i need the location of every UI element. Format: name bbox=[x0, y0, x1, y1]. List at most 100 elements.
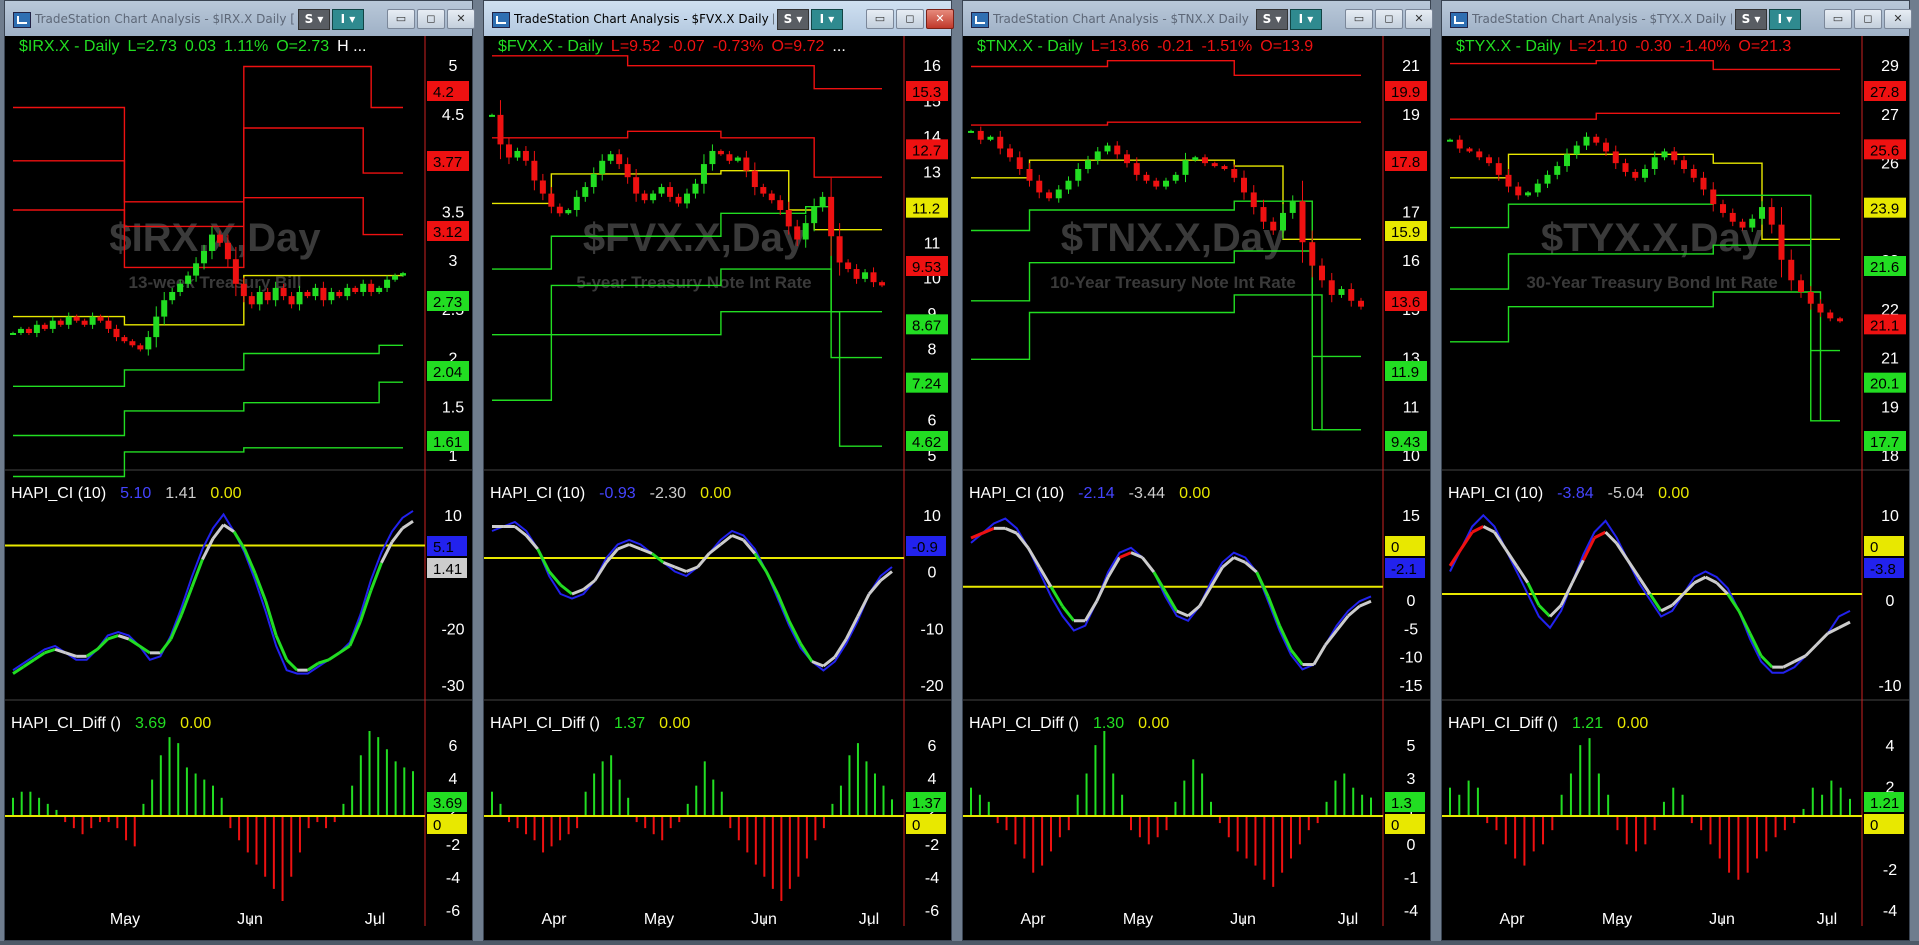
candle-body bbox=[1729, 212, 1736, 222]
candle-body bbox=[1447, 139, 1453, 142]
candle-body bbox=[121, 337, 128, 342]
diff-tag-label: 1.21 bbox=[1870, 795, 1899, 812]
diff-header-v1: 1.37 bbox=[614, 715, 645, 732]
chart-canvas[interactable]: $TYX.X,Day30-Year Treasury Bond Int Rate… bbox=[1442, 36, 1909, 940]
diff-header: HAPI_CI_Diff () 3.69 0.00 bbox=[11, 715, 211, 732]
candle-body bbox=[1642, 169, 1648, 178]
symbol-link-s-button[interactable]: S ▾ bbox=[777, 9, 809, 30]
price-axis-label: 13 bbox=[923, 164, 941, 181]
candle-body bbox=[1046, 192, 1052, 199]
candle-body bbox=[828, 196, 835, 237]
candle-body bbox=[1476, 151, 1483, 158]
window-titlebar[interactable]: TradeStation Chart Analysis - $TNX.X Dai… bbox=[963, 1, 1433, 36]
candle-body bbox=[1182, 160, 1189, 175]
candle-body bbox=[743, 157, 750, 171]
ci-header-name: HAPI_CI (10) bbox=[490, 485, 585, 502]
price-header-change: 0.03 bbox=[185, 38, 216, 55]
minimize-icon[interactable]: ▭ bbox=[1824, 9, 1852, 29]
symbol-link-s-button[interactable]: S ▾ bbox=[298, 9, 330, 30]
candle-body bbox=[1807, 292, 1814, 304]
chart-canvas[interactable]: $FVX.X,Day 5-year Treasury Note Int Rate $… bbox=[484, 36, 951, 940]
chart-canvas[interactable]: $IRX.X,Day13-week Treasury Bill$IRX.X - … bbox=[5, 36, 472, 940]
price-axis-label: 6 bbox=[928, 413, 937, 430]
chart-window-irx[interactable]: TradeStation Chart Analysis - $IRX.X Dai… bbox=[4, 0, 475, 941]
minimize-icon[interactable]: ▭ bbox=[1345, 9, 1373, 29]
candle-body bbox=[384, 279, 391, 288]
candle-body bbox=[169, 292, 176, 301]
time-axis-label: Jun bbox=[1230, 911, 1256, 928]
maximize-icon[interactable]: ◻ bbox=[1375, 9, 1403, 29]
candle-body bbox=[539, 180, 546, 194]
candle-body bbox=[1749, 218, 1756, 228]
chart-window-tnx[interactable]: TradeStation Chart Analysis - $TNX.X Dai… bbox=[962, 0, 1433, 941]
symbol-link-s-button[interactable]: S ▾ bbox=[1735, 9, 1767, 30]
window-titlebar[interactable]: TradeStation Chart Analysis - $FVX.X Dai… bbox=[484, 1, 954, 36]
candle-body bbox=[853, 269, 860, 279]
close-icon[interactable]: ✕ bbox=[1884, 9, 1912, 29]
ci-axis-label: 0 bbox=[1886, 593, 1895, 610]
price-axis-label: 5 bbox=[449, 58, 458, 75]
candle-body bbox=[717, 150, 724, 155]
diff-axis-label: -6 bbox=[925, 903, 939, 920]
candle-body bbox=[1163, 180, 1169, 187]
window-titlebar[interactable]: TradeStation Chart Analysis - $IRX.X Dai… bbox=[5, 1, 475, 36]
price-tag-label: 2.04 bbox=[433, 364, 462, 381]
minimize-icon[interactable]: ▭ bbox=[387, 9, 415, 29]
diff-axis-label: 5 bbox=[1407, 738, 1416, 755]
candle-body bbox=[1817, 303, 1824, 313]
diff-axis-label: -2 bbox=[1883, 862, 1897, 879]
symbol-link-i-button[interactable]: I ▾ bbox=[332, 9, 364, 30]
symbol-link-i-button[interactable]: I ▾ bbox=[1769, 9, 1801, 30]
candle-body bbox=[968, 130, 974, 133]
candle-body bbox=[1759, 207, 1765, 219]
diff-header-name: HAPI_CI_Diff () bbox=[490, 715, 600, 732]
candle-body bbox=[1651, 157, 1658, 169]
candle-body bbox=[977, 130, 984, 140]
diff-header-v2: 0.00 bbox=[1138, 715, 1169, 732]
maximize-icon[interactable]: ◻ bbox=[896, 9, 924, 29]
candle-body bbox=[1573, 145, 1580, 155]
ci-tag-label: -0.9 bbox=[912, 539, 938, 556]
price-header: $FVX.X - Daily L=9.52 -0.07 -0.73% O=9.72... bbox=[498, 38, 846, 55]
minimize-icon[interactable]: ▭ bbox=[866, 9, 894, 29]
ci-axis-label: 10 bbox=[1881, 508, 1899, 525]
candle-body bbox=[556, 206, 563, 214]
close-icon[interactable]: ✕ bbox=[447, 9, 475, 29]
ci-header-v2: -5.04 bbox=[1608, 485, 1645, 502]
candle-body bbox=[272, 287, 279, 301]
diff-tag-label: 3.69 bbox=[433, 795, 462, 812]
candle-body bbox=[862, 272, 869, 279]
candle-body bbox=[392, 275, 399, 280]
close-icon[interactable]: ✕ bbox=[926, 9, 954, 29]
diff-axis-label: -4 bbox=[1883, 903, 1897, 920]
close-icon[interactable]: ✕ bbox=[1405, 9, 1433, 29]
window-titlebar[interactable]: TradeStation Chart Analysis - $TYX.X Dai… bbox=[1442, 1, 1912, 36]
symbol-link-i-button[interactable]: I ▾ bbox=[1290, 9, 1322, 30]
ci-header-v3: 0.00 bbox=[210, 485, 241, 502]
candle-body bbox=[113, 328, 120, 338]
candle-body bbox=[505, 144, 512, 158]
candle-body bbox=[1270, 221, 1277, 231]
price-axis-label: 16 bbox=[1402, 253, 1420, 270]
candle-body bbox=[1612, 151, 1619, 164]
candle-body bbox=[1221, 166, 1228, 169]
time-axis-label: May bbox=[644, 911, 674, 928]
candle-body bbox=[89, 316, 96, 325]
ci-axis-label: -30 bbox=[441, 678, 464, 695]
candle-body bbox=[497, 114, 504, 145]
symbol-link-i-button[interactable]: I ▾ bbox=[811, 9, 843, 30]
price-header-open: O=13.9 bbox=[1260, 38, 1313, 55]
maximize-icon[interactable]: ◻ bbox=[1854, 9, 1882, 29]
maximize-icon[interactable]: ◻ bbox=[417, 9, 445, 29]
candle-body bbox=[320, 287, 327, 301]
diff-tag-label: 0 bbox=[1870, 817, 1878, 834]
symbol-link-s-button[interactable]: S ▾ bbox=[1256, 9, 1288, 30]
candle-body bbox=[633, 177, 640, 194]
candle-body bbox=[1065, 180, 1072, 190]
candle-body bbox=[65, 316, 72, 325]
chart-window-fvx[interactable]: TradeStation Chart Analysis - $FVX.X Dai… bbox=[483, 0, 954, 941]
candle-body bbox=[1143, 174, 1150, 181]
chart-canvas[interactable]: $TNX.X,Day 10-Year Treasury Note Int Rate… bbox=[963, 36, 1430, 940]
chart-window-tyx[interactable]: TradeStation Chart Analysis - $TYX.X Dai… bbox=[1441, 0, 1912, 941]
candle-body bbox=[658, 187, 665, 194]
